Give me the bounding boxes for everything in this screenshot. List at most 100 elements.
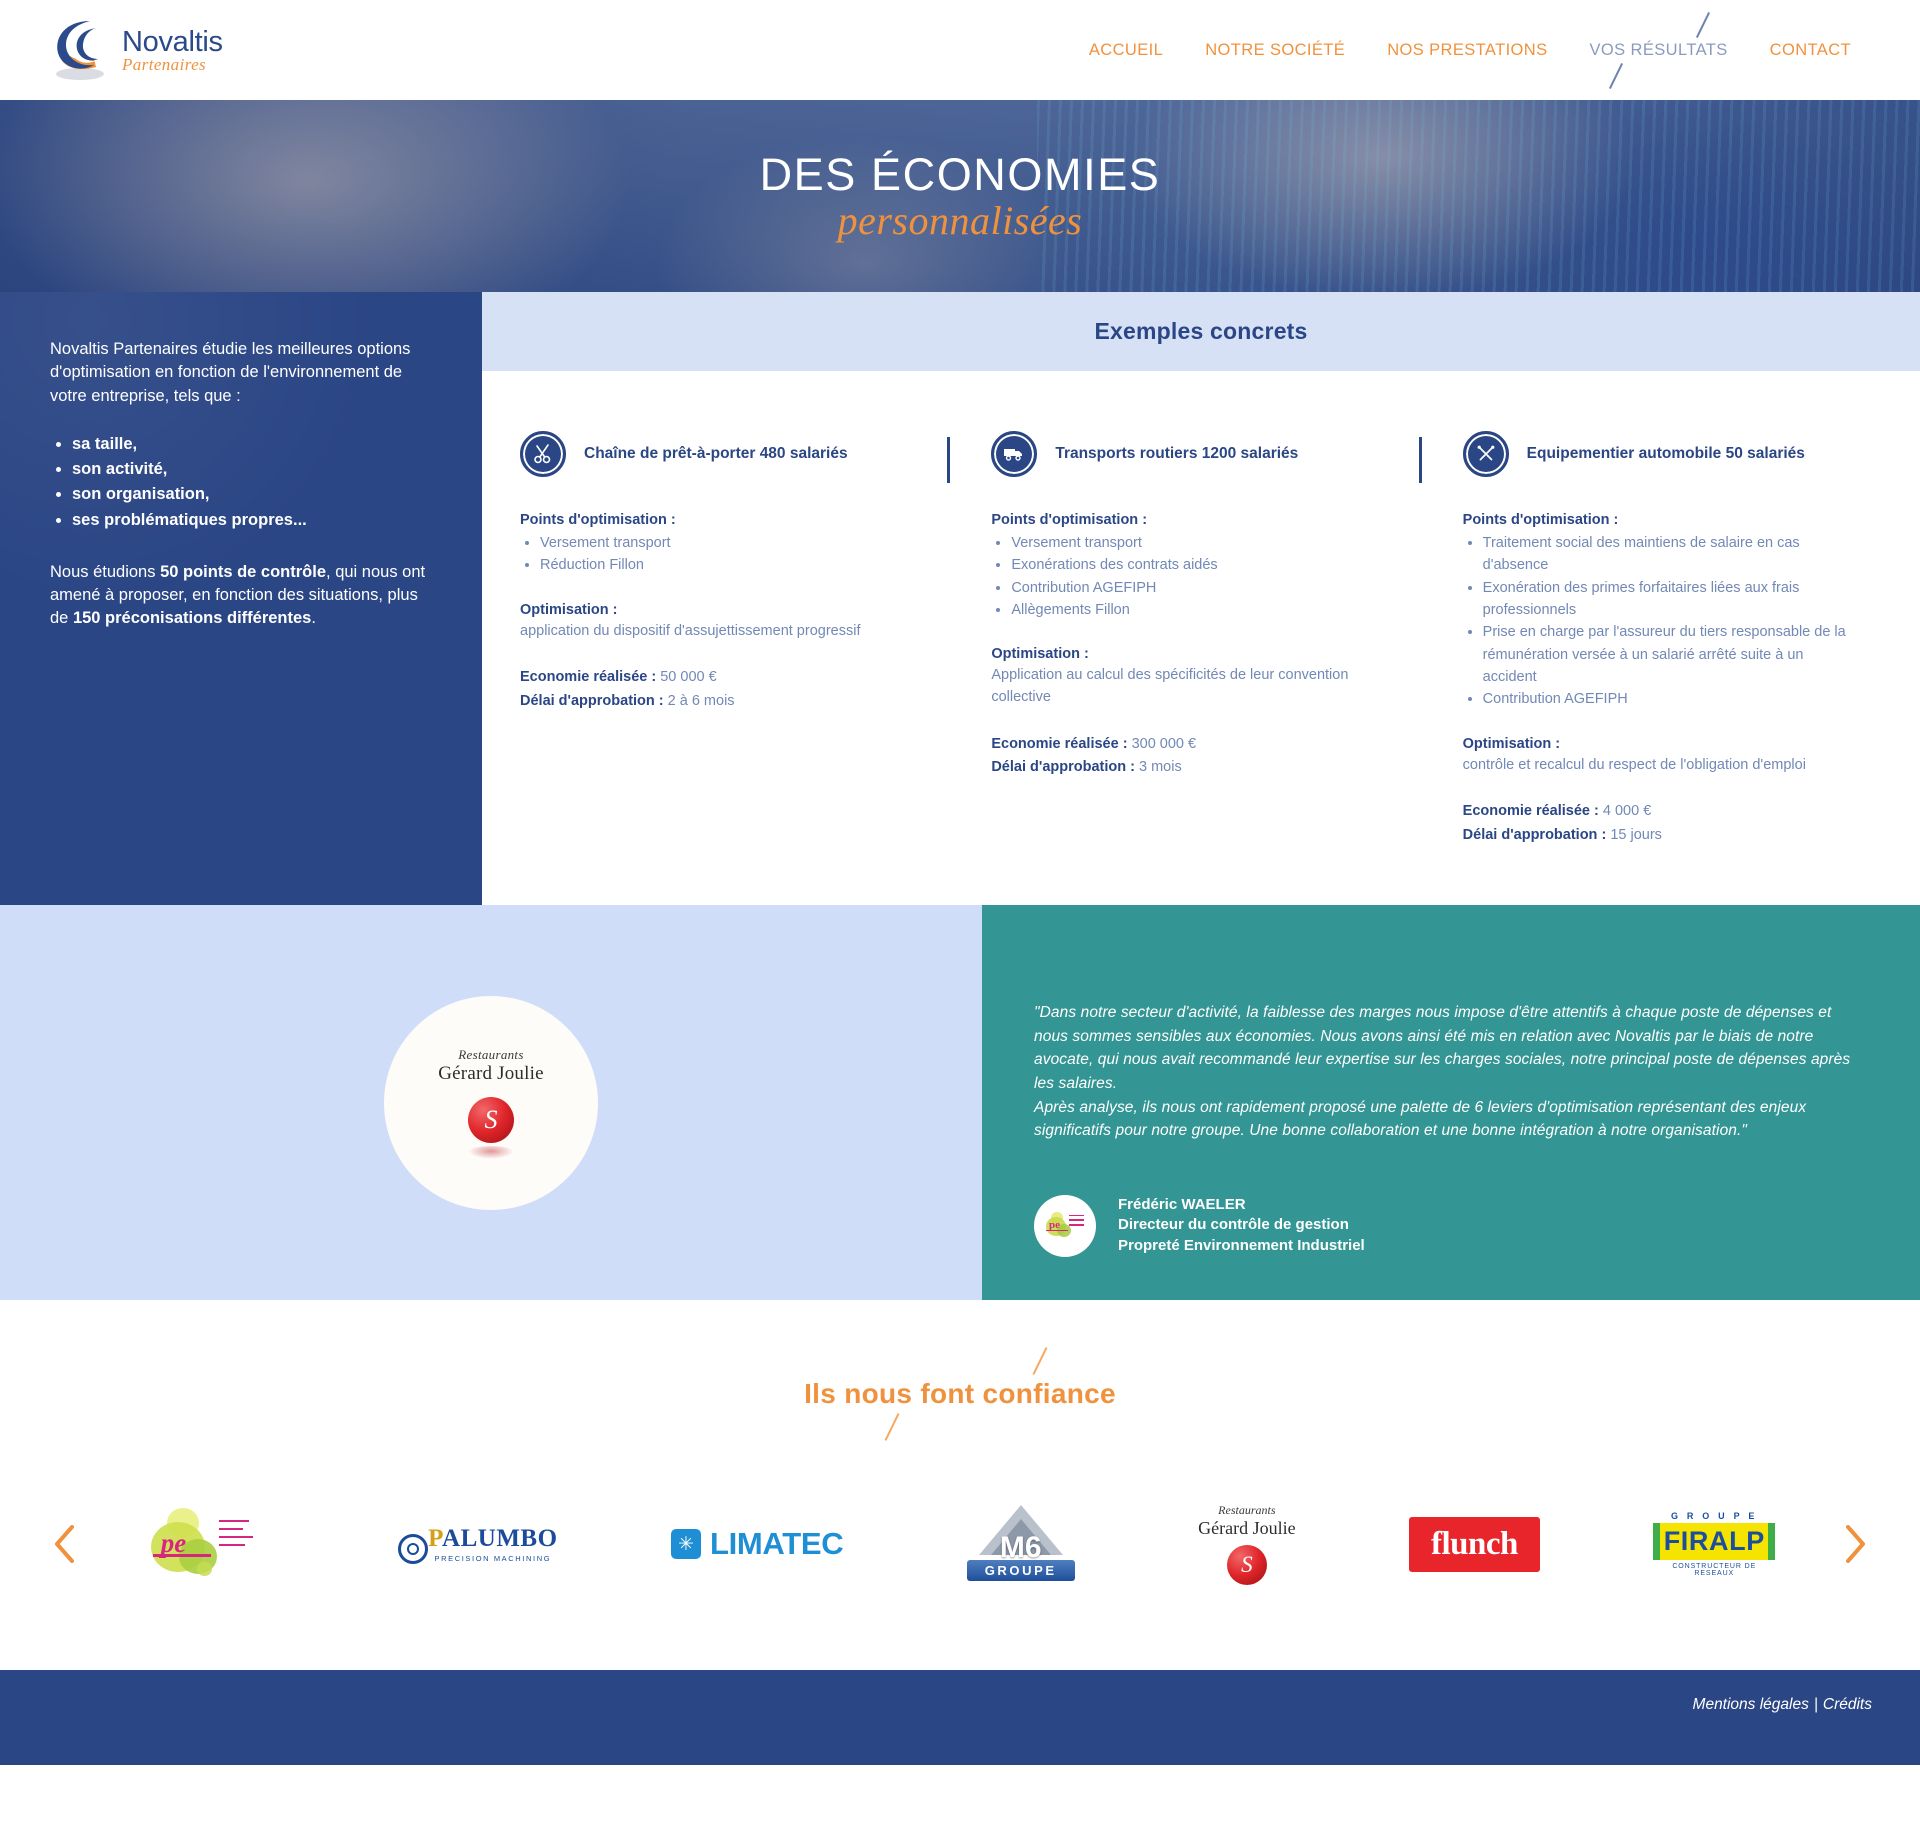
gj-script-text: Restaurants: [1218, 1503, 1276, 1518]
novaltis-swirl-icon: [50, 19, 116, 81]
testimonial-author: pe Frédéric WAELER Directeur du contrôle…: [1034, 1194, 1856, 1257]
points-colon: :: [1138, 512, 1148, 528]
list-item: Versement transport: [1011, 532, 1382, 554]
card-optimisation-block: Optimisation : application du dispositif…: [520, 601, 911, 643]
optimisation-label: Optimisation: [1462, 735, 1552, 752]
optimisation-value: contrôle et recalcul du respect de l'obl…: [1462, 756, 1806, 773]
partner-logo-m6[interactable]: M6 GROUPE: [957, 1498, 1085, 1590]
site-footer: Mentions légales | Crédits: [0, 1670, 1920, 1766]
points-colon: :: [666, 512, 676, 528]
card-points-block: Points d'optimisation : Versement transp…: [991, 511, 1382, 621]
nav-item-vos-resultats[interactable]: VOS RÉSULTATS: [1569, 41, 1749, 60]
list-item: Exonérations des contrats aidés: [1011, 554, 1382, 576]
site-logo[interactable]: Novaltis Partenaires: [50, 19, 223, 81]
author-role-line-1: Directeur du contrôle de gestion: [1118, 1216, 1349, 1234]
footer-link-credits[interactable]: Crédits: [1823, 1696, 1872, 1714]
points-colon: :: [1609, 512, 1619, 528]
card-stats-block: Economie réalisée : 300 000 € Délai d'ap…: [991, 733, 1382, 780]
points-list: Traitement social des maintiens de salai…: [1483, 532, 1854, 711]
nav-item-accueil[interactable]: ACCUEIL: [1068, 41, 1184, 60]
limatec-mark-icon: ✳: [670, 1529, 701, 1560]
optimisation-colon: :: [1551, 735, 1561, 752]
economie-colon: :: [1590, 803, 1599, 820]
economie-row: Economie réalisée : 4 000 €: [1463, 800, 1854, 823]
delai-label: Délai d'approbation: [520, 692, 655, 709]
delai-value: 15 jours: [1610, 826, 1662, 843]
economie-colon: :: [1118, 735, 1128, 752]
optimisation-colon: :: [608, 601, 618, 618]
list-item: Réduction Fillon: [540, 554, 911, 576]
points-list: Versement transport Réduction Fillon: [540, 532, 911, 577]
nav-item-notre-societe[interactable]: NOTRE SOCIÉTÉ: [1184, 41, 1366, 60]
site-header: Novaltis Partenaires ACCUEIL NOTRE SOCIÉ…: [0, 0, 1920, 100]
optimisation-value: application du dispositif d'assujettisse…: [520, 622, 861, 639]
examples-card-list: Chaîne de prêt-à-porter 480 salariés Poi…: [482, 371, 1920, 905]
card-optimisation-block: Optimisation : contrôle et recalcul du r…: [1463, 735, 1854, 777]
firalp-tagline: CONSTRUCTEUR DE RESEAUX: [1672, 1563, 1757, 1578]
list-item: son activité,: [72, 457, 428, 482]
card-title: Chaîne de prêt-à-porter 480 salariés: [584, 445, 848, 463]
partner-logo-gerard-joulie[interactable]: Restaurants Gérard Joulie: [1198, 1498, 1296, 1590]
hero-subtitle: personnalisées: [837, 197, 1083, 243]
author-name: Frédéric WAELER: [1118, 1196, 1246, 1214]
card-points-block: Points d'optimisation : Versement transp…: [520, 511, 911, 577]
quote-paragraph-2: Après analyse, ils nous ont rapidement p…: [1034, 1098, 1807, 1140]
card-stats-block: Economie réalisée : 4 000 € Délai d'appr…: [1463, 800, 1854, 847]
example-card: Chaîne de prêt-à-porter 480 salariés Poi…: [520, 431, 947, 847]
gj-name-text: Gérard Joulie: [1198, 1518, 1296, 1539]
author-details: Frédéric WAELER Directeur du contrôle de…: [1118, 1195, 1365, 1256]
quote-paragraph-1: "Dans notre secteur d'activité, la faibl…: [1034, 1004, 1851, 1092]
footer-link-mentions-legales[interactable]: Mentions légales: [1693, 1696, 1809, 1714]
truck-icon: [991, 431, 1038, 477]
flunch-text: flunch: [1430, 1525, 1518, 1562]
economie-row: Economie réalisée : 300 000 €: [991, 733, 1382, 756]
closing-end: .: [311, 609, 316, 628]
delai-colon: :: [654, 692, 664, 709]
partners-carousel[interactable]: pe PALUMBO PRECISION MACHINING ✳ LIMATEC…: [0, 1498, 1920, 1590]
points-label: Points d'optimisation: [991, 512, 1139, 528]
economie-value: 50 000 €: [660, 669, 717, 686]
carousel-next-button[interactable]: [1832, 1517, 1878, 1571]
delai-row: Délai d'approbation : 15 jours: [1463, 824, 1854, 847]
card-stats-block: Economie réalisée : 50 000 € Délai d'app…: [520, 666, 911, 713]
list-item: sa taille,: [72, 432, 428, 457]
logo-name: Novaltis: [122, 25, 223, 58]
nav-item-nos-prestations[interactable]: NOS PRESTATIONS: [1366, 41, 1568, 60]
carousel-prev-button[interactable]: [42, 1517, 88, 1571]
delai-row: Délai d'approbation : 2 à 6 mois: [520, 690, 911, 713]
client-logo-disc-icon: [468, 1096, 514, 1159]
nav-item-contact[interactable]: CONTACT: [1749, 41, 1872, 60]
pe-company-icon: pe: [1043, 1211, 1087, 1241]
examples-section: Exemples concrets Chaîne de prêt-à-porte…: [482, 292, 1920, 906]
partner-logo-limatec[interactable]: ✳ LIMATEC: [670, 1498, 844, 1590]
optimisation-colon: :: [1079, 646, 1089, 663]
partner-logo-list: pe PALUMBO PRECISION MACHINING ✳ LIMATEC…: [88, 1498, 1832, 1590]
partner-logo-pe[interactable]: pe: [145, 1498, 289, 1590]
testimonial-section: Restaurants Gérard Joulie "Dans notre se…: [0, 905, 1920, 1301]
list-item: Exonération des primes forfaitaires liée…: [1483, 577, 1854, 622]
economie-label: Economie réalisée: [991, 735, 1119, 752]
partner-logo-palumbo[interactable]: PALUMBO PRECISION MACHINING: [398, 1498, 557, 1590]
client-logo-badge: Restaurants Gérard Joulie: [384, 995, 598, 1210]
list-item: Prise en charge par l'assureur du tiers …: [1483, 621, 1854, 688]
firalp-text: FIRALP: [1653, 1523, 1776, 1561]
examples-title-bar: Exemples concrets: [482, 292, 1920, 371]
economie-colon: :: [647, 669, 657, 686]
list-item: Allègements Fillon: [1011, 599, 1382, 621]
list-item: ses problématiques propres...: [72, 508, 428, 533]
main-navigation[interactable]: ACCUEIL NOTRE SOCIÉTÉ NOS PRESTATIONS VO…: [1068, 41, 1872, 60]
optimisation-label: Optimisation: [991, 646, 1080, 663]
delai-label: Délai d'approbation: [991, 759, 1127, 776]
card-header: Transports routiers 1200 salariés: [991, 431, 1382, 477]
gj-disc-icon: [1226, 1545, 1267, 1586]
delai-label: Délai d'approbation: [1462, 826, 1598, 843]
card-points-block: Points d'optimisation : Traitement socia…: [1463, 511, 1854, 711]
partner-logo-flunch[interactable]: flunch: [1408, 1498, 1540, 1590]
sidebar-intro-paragraph: Novaltis Partenaires étudie les meilleur…: [50, 340, 411, 405]
partner-logo-firalp[interactable]: G R O U P E FIRALP CONSTRUCTEUR DE RESEA…: [1653, 1498, 1776, 1590]
tools-icon: [1462, 431, 1509, 477]
page-title: Exemples concrets: [1094, 318, 1308, 344]
optimisation-label: Optimisation: [520, 601, 609, 618]
points-list: Versement transport Exonérations des con…: [1011, 532, 1382, 621]
card-title: Equipementier automobile 50 salariés: [1526, 445, 1805, 463]
